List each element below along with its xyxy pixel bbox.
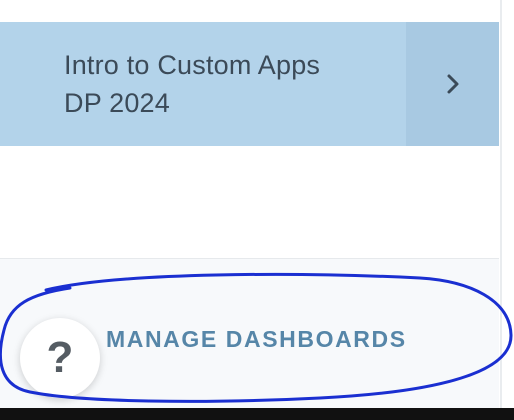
help-button[interactable]: ? bbox=[20, 318, 100, 398]
dashboard-item-title-line1: Intro to Custom Apps bbox=[64, 50, 321, 80]
dashboard-item-title-line2: DP 2024 bbox=[64, 88, 170, 118]
manage-dashboards-button[interactable]: MANAGE DASHBOARDS bbox=[106, 323, 407, 355]
bottom-edge-bar bbox=[0, 408, 514, 420]
dashboard-item-label: Intro to Custom Apps DP 2024 bbox=[0, 22, 406, 146]
sidebar-page: Intro to Custom Apps DP 2024 MANAGE DASH… bbox=[0, 0, 514, 420]
dashboard-list-item[interactable]: Intro to Custom Apps DP 2024 bbox=[0, 22, 499, 146]
question-mark-icon: ? bbox=[46, 333, 74, 382]
sidebar-right-border bbox=[500, 0, 502, 420]
dashboard-item-open-button[interactable] bbox=[406, 22, 499, 146]
chevron-right-icon bbox=[445, 73, 461, 95]
